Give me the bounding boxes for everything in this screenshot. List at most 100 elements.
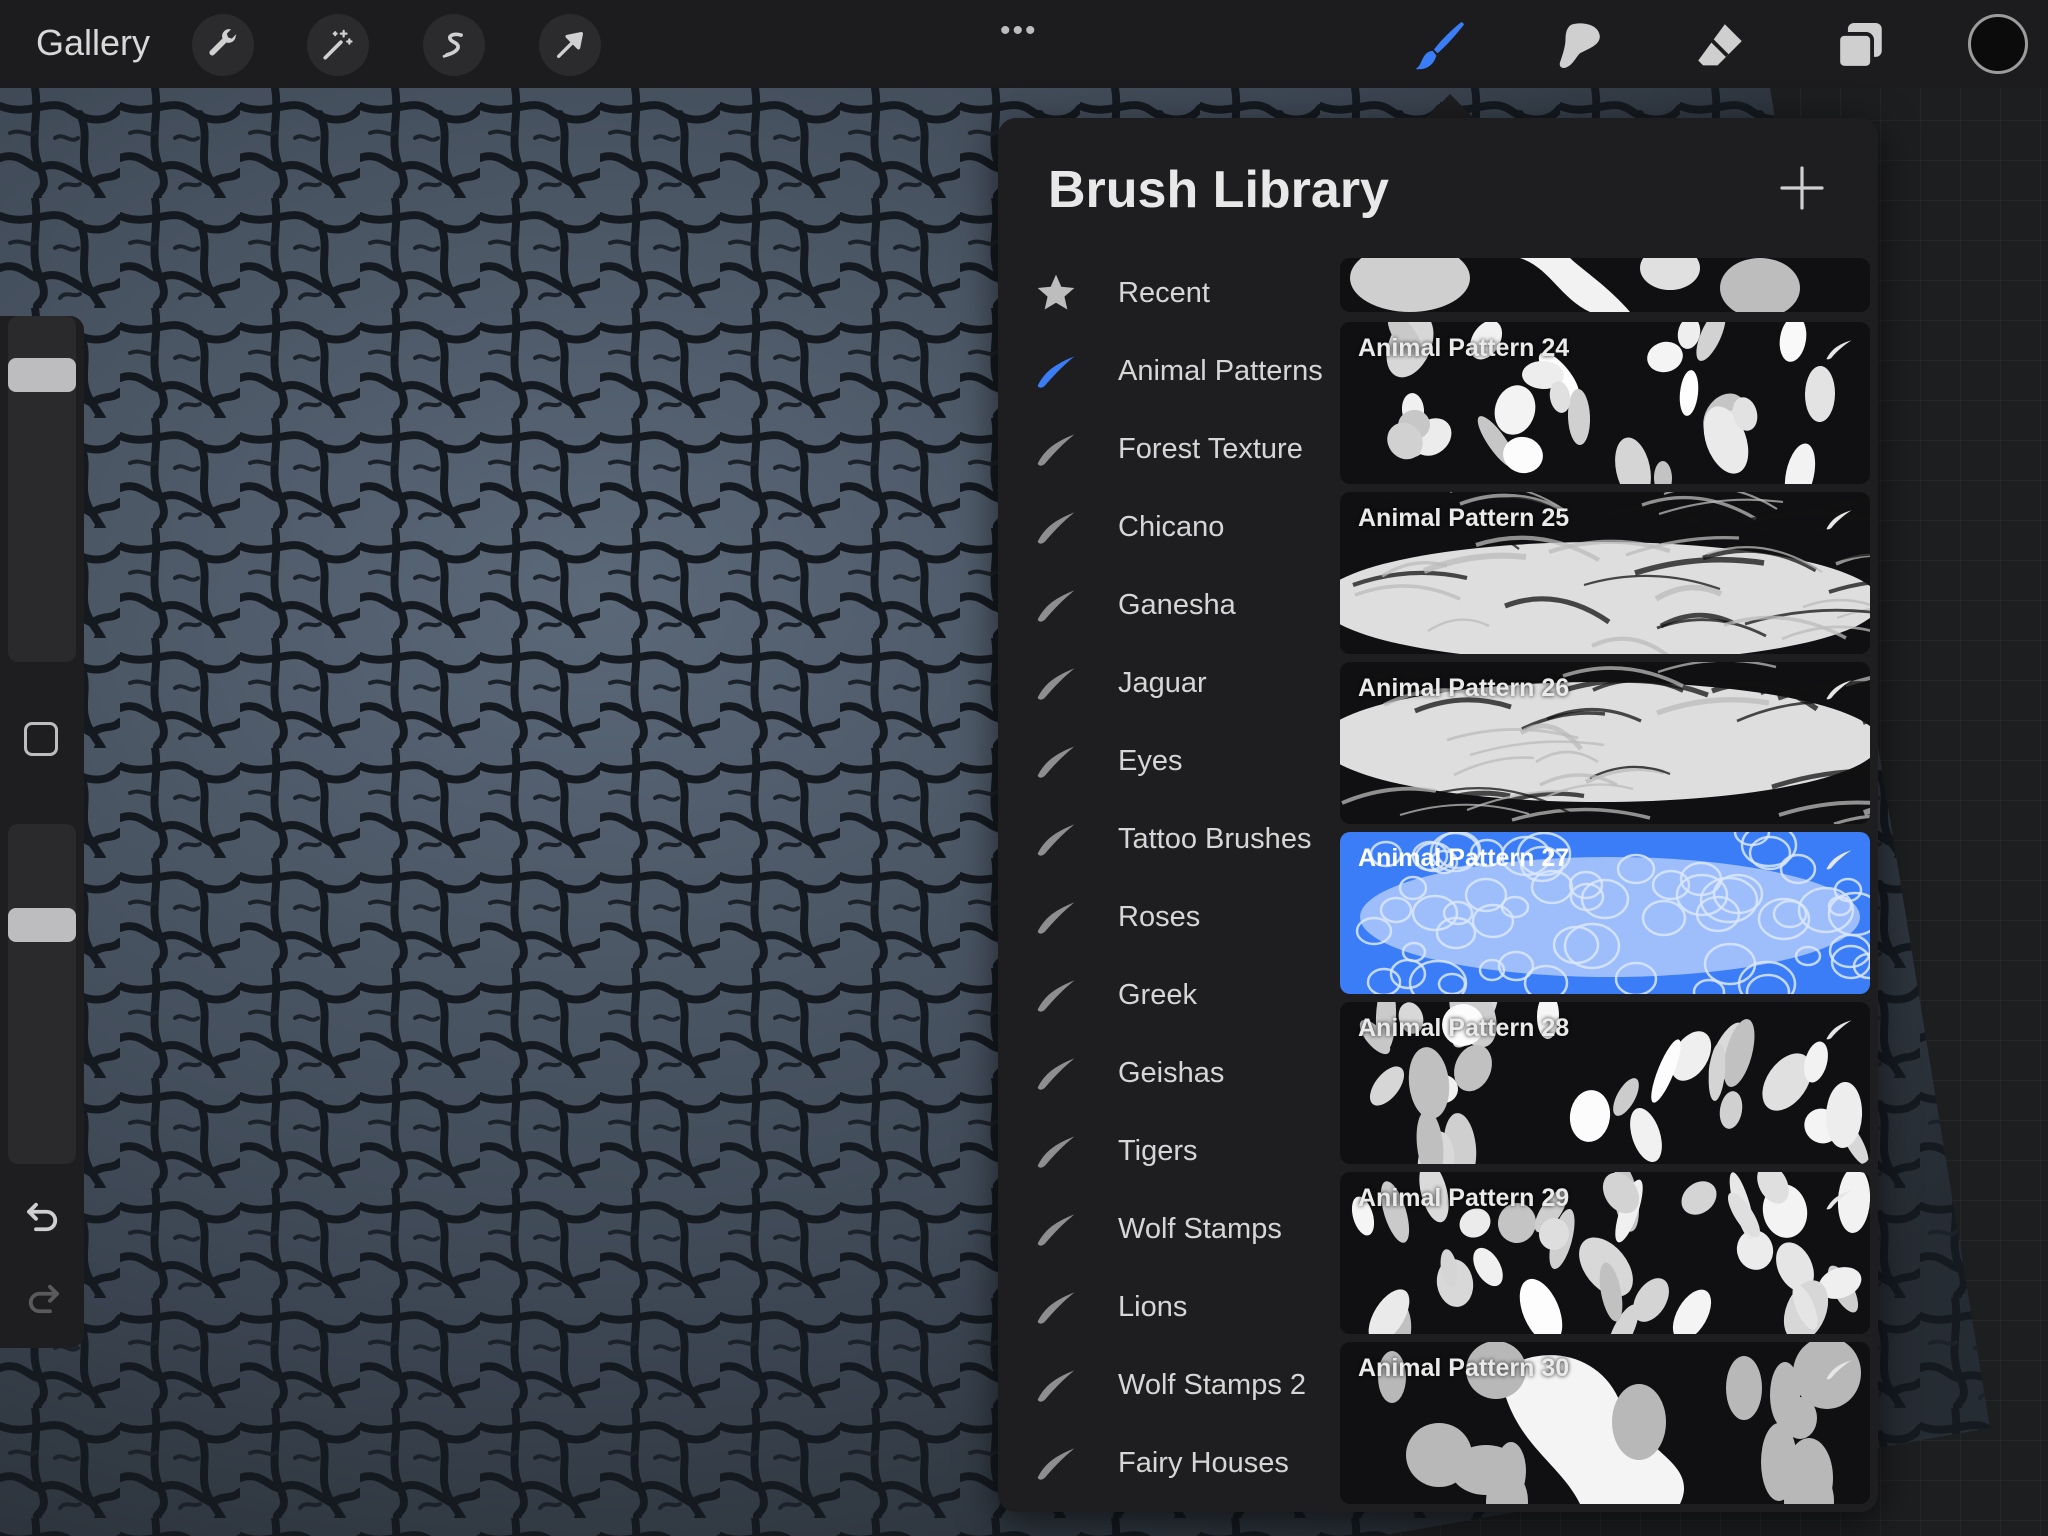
popover-arrow (1424, 94, 1476, 120)
brush-opacity-slider[interactable] (8, 824, 76, 1164)
brush-stroke-icon (1037, 1136, 1075, 1168)
brush-set-label: Lions (1118, 1290, 1188, 1323)
brush-card-animal-pattern-30[interactable]: Animal Pattern 30 (1340, 1342, 1870, 1504)
magic-wand-icon (323, 29, 353, 60)
brush-set-wolf-stamps-2[interactable]: Wolf Stamps 2 (998, 1350, 1338, 1420)
brush-set-ganesha[interactable]: Ganesha (998, 570, 1338, 640)
brush-set-animal-patterns[interactable]: Animal Patterns (998, 336, 1338, 406)
brush-set-label: Tigers (1118, 1134, 1198, 1167)
eraser-tool-button[interactable] (1688, 14, 1752, 78)
brush-card-animal-pattern-28[interactable]: Animal Pattern 28 (1340, 1002, 1870, 1164)
transform-arrow-icon (556, 31, 584, 59)
brush-set-label: Geishas (1118, 1056, 1225, 1089)
brush-name: Animal Pattern 28 (1358, 1014, 1570, 1042)
brush-set-jaguar[interactable]: Jaguar (998, 648, 1338, 718)
brush-stroke-preview (1350, 258, 1800, 312)
transform-button[interactable] (539, 14, 601, 76)
brush-stroke-icon (1037, 590, 1075, 622)
brush-name: Animal Pattern 27 (1358, 844, 1570, 872)
brush-stroke-icon (1037, 824, 1075, 856)
gallery-button[interactable]: Gallery (36, 22, 150, 64)
brush-card-animal-pattern-25[interactable]: Animal Pattern 25 (1340, 492, 1870, 654)
brush-card-animal-pattern-26[interactable]: Animal Pattern 26 (1340, 662, 1870, 824)
brush-set-label: Roses (1118, 900, 1201, 933)
redo-icon[interactable] (22, 1278, 64, 1320)
brush-set-wolf-stamps[interactable]: Wolf Stamps (998, 1194, 1338, 1264)
brush-stroke-icon (1037, 434, 1075, 466)
brush-name: Animal Pattern 29 (1358, 1184, 1570, 1212)
brush-library-panel: Brush Library Recent Animal Patterns Fores… (998, 118, 1878, 1512)
layers-icon (1836, 23, 1882, 70)
eraser-icon (1698, 24, 1742, 66)
brush-tool-button[interactable] (1408, 14, 1472, 78)
brush-opacity-thumb[interactable] (8, 908, 76, 942)
brush-stroke-icon (1037, 512, 1075, 544)
brush-set-label: Ganesha (1118, 588, 1236, 621)
brush-stroke-icon (1037, 1214, 1075, 1246)
brush-name: Animal Pattern 25 (1358, 504, 1570, 532)
top-toolbar: Gallery ••• (0, 0, 2048, 88)
brush-name: Animal Pattern 26 (1358, 674, 1570, 702)
brush-name: Animal Pattern 30 (1358, 1354, 1570, 1382)
brush-set-geishas[interactable]: Geishas (998, 1038, 1338, 1108)
brush-set-roses[interactable]: Roses (998, 882, 1338, 952)
selection-icon (442, 32, 463, 58)
brush-set-label: Jaguar (1118, 666, 1207, 699)
brush-set-label: Fairy Houses (1118, 1446, 1289, 1479)
brush-icon (1415, 21, 1465, 70)
brush-card-animal-pattern-29[interactable]: Animal Pattern 29 (1340, 1172, 1870, 1334)
selection-button[interactable] (423, 14, 485, 76)
brush-set-label: Forest Texture (1118, 432, 1303, 465)
brush-set-label: Wolf Stamps (1118, 1212, 1282, 1245)
brush-stroke-icon (1037, 1292, 1075, 1324)
brush-stroke-icon (1826, 1190, 1852, 1210)
brush-stroke-icon (1826, 850, 1852, 870)
brush-stroke-icon (1826, 1020, 1852, 1040)
brush-set-label: Greek (1118, 978, 1197, 1011)
brush-set-label: Tattoo Brushes (1118, 822, 1312, 855)
brush-set-label: Animal Patterns (1118, 354, 1323, 387)
brush-stroke-icon (1037, 1370, 1075, 1402)
adjustments-button[interactable] (307, 14, 369, 76)
brush-stroke-icon (1037, 1058, 1075, 1090)
brush-stroke-icon (1826, 1360, 1852, 1380)
brush-size-thumb[interactable] (8, 358, 76, 392)
brush-card-animal-pattern-24[interactable]: Animal Pattern 24 (1340, 322, 1870, 484)
brush-set-tattoo-brushes[interactable]: Tattoo Brushes (998, 804, 1338, 874)
actions-button[interactable] (192, 14, 254, 76)
brush-set-lions[interactable]: Lions (998, 1272, 1338, 1342)
brush-stroke-icon (1037, 746, 1075, 778)
star-icon (1037, 274, 1075, 310)
panel-title: Brush Library (1048, 161, 1389, 219)
brush-stroke-icon (1826, 510, 1852, 530)
brush-stroke-icon (1037, 1448, 1075, 1480)
brush-size-slider[interactable] (8, 316, 76, 662)
brush-set-eyes[interactable]: Eyes (998, 726, 1338, 796)
brush-set-label: Eyes (1118, 744, 1183, 777)
left-sidebar (0, 316, 84, 1348)
brush-card-partial[interactable] (1340, 258, 1870, 312)
brush-card-animal-pattern-27[interactable]: Animal Pattern 27 (1340, 832, 1870, 994)
brush-set-tigers[interactable]: Tigers (998, 1116, 1338, 1186)
brush-set-forest-texture[interactable]: Forest Texture (998, 414, 1338, 484)
brush-stroke-icon (1037, 668, 1075, 700)
brush-set-recent[interactable]: Recent (998, 258, 1338, 328)
smudge-icon (1559, 23, 1600, 68)
brush-set-chicano[interactable]: Chicano (998, 492, 1338, 562)
brush-set-greek[interactable]: Greek (998, 960, 1338, 1030)
color-picker-button[interactable] (1968, 14, 2028, 74)
brush-name: Animal Pattern 24 (1358, 334, 1570, 362)
plus-icon[interactable] (1778, 164, 1826, 212)
layers-button[interactable] (1828, 14, 1892, 78)
more-options-button[interactable]: ••• (1000, 14, 1038, 48)
brush-set-label: Wolf Stamps 2 (1118, 1368, 1307, 1401)
brush-stroke-icon (1826, 680, 1852, 700)
brush-set-label: Recent (1118, 276, 1210, 309)
brush-set-fairy-houses[interactable]: Fairy Houses (998, 1428, 1338, 1498)
modify-button[interactable] (24, 722, 58, 756)
brush-stroke-icon (1037, 356, 1075, 388)
undo-icon[interactable] (22, 1196, 64, 1238)
brush-stroke-icon (1826, 340, 1852, 360)
smudge-tool-button[interactable] (1548, 14, 1612, 78)
brush-set-label: Chicano (1118, 510, 1225, 543)
